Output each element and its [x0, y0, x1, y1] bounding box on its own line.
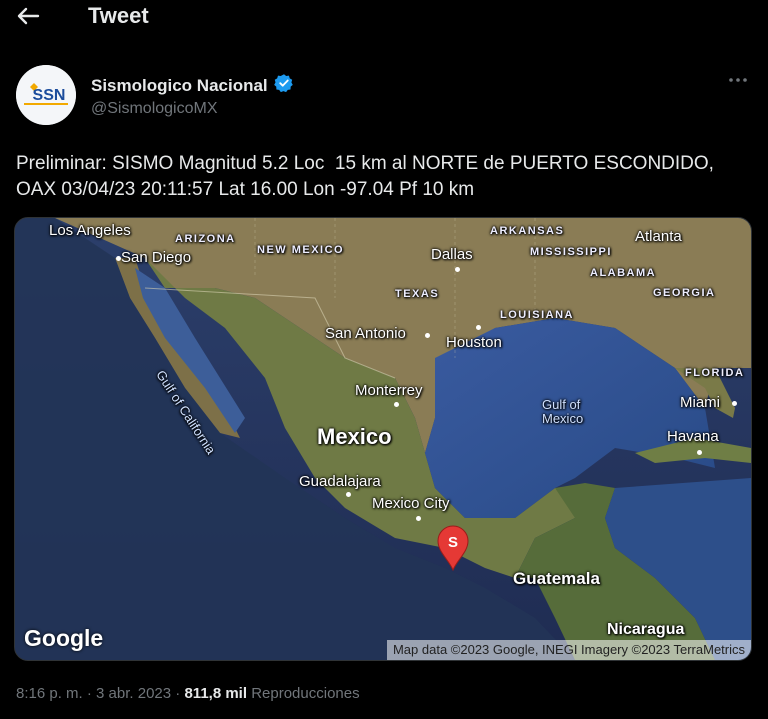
map-label-gulf-of-mexico-2: Mexico [542, 411, 584, 426]
map-label-new-mexico: NEW MEXICO [257, 244, 345, 256]
map-label-florida: FLORIDA [685, 367, 745, 379]
map-dot-houston [476, 325, 481, 330]
map-dot-guadalajara [346, 492, 351, 497]
svg-text:S: S [448, 534, 458, 551]
map-dot-miami [732, 401, 737, 406]
map-dot-havana [697, 450, 702, 455]
map-label-georgia: GEORGIA [653, 287, 716, 299]
map-label-mississippi: MISSISSIPPI [530, 246, 612, 258]
tweet-time[interactable]: 8:16 p. m. [16, 685, 83, 702]
map-label-san-antonio: San Antonio [325, 325, 406, 342]
header-bar: Tweet [0, 0, 768, 36]
tweet-date[interactable]: 3 abr. 2023 [96, 685, 171, 702]
map-dot-san-diego [116, 256, 121, 261]
map-label-los-angeles: Los Angeles [49, 222, 131, 239]
map-label-texas: TEXAS [395, 288, 440, 300]
ssn-logo-icon: SSN [16, 65, 76, 125]
author-name-text[interactable]: Sismologico Nacional [91, 76, 268, 96]
map-label-mexico-city: Mexico City [372, 495, 450, 512]
map-label-gulf-of-mexico-1: Gulf of [542, 397, 581, 412]
tweet-text: Preliminar: SISMO Magnitud 5.2 Loc 15 km… [16, 153, 720, 200]
avatar[interactable]: SSN [16, 65, 76, 125]
earthquake-marker-pin-icon[interactable]: S [435, 524, 471, 572]
map-label-mexico: Mexico [317, 424, 392, 449]
map-label-arizona: ARIZONA [175, 233, 236, 245]
views-count: 811,8 mil [184, 685, 248, 702]
map-dot-dallas [455, 267, 460, 272]
google-logo: Google [24, 625, 104, 651]
verified-badge-icon [273, 73, 294, 98]
map-label-dallas: Dallas [431, 246, 473, 263]
back-arrow-icon[interactable] [14, 4, 42, 28]
map-label-monterrey: Monterrey [355, 382, 423, 399]
svg-text:SSN: SSN [33, 87, 66, 104]
map-dot-san-antonio [425, 333, 430, 338]
map-label-arkansas: ARKANSAS [490, 225, 565, 237]
page-title: Tweet [88, 3, 149, 28]
map-label-atlanta: Atlanta [635, 228, 682, 245]
author-display-name[interactable]: Sismologico Nacional [91, 73, 294, 98]
meta-separator: · [86, 685, 92, 702]
map-label-nicaragua: Nicaragua [607, 621, 685, 638]
map-label-alabama: ALABAMA [590, 267, 657, 279]
map-label-guadalajara: Guadalajara [299, 473, 381, 490]
map-label-miami: Miami [680, 394, 720, 411]
more-options-icon[interactable] [726, 70, 750, 90]
author-handle[interactable]: @SismologicoMX [91, 100, 218, 118]
tweet-map-image[interactable]: Los Angeles ARIZONA NEW MEXICO San Diego… [14, 217, 752, 661]
views-label: Reproducciones [251, 685, 360, 702]
meta-separator: · [175, 685, 181, 702]
map-label-havana: Havana [667, 428, 719, 445]
map-label-guatemala: Guatemala [513, 569, 600, 588]
map-label-san-diego: San Diego [121, 249, 192, 266]
map-dot-monterrey [394, 402, 399, 407]
map-label-louisiana: LOUISIANA [500, 309, 574, 321]
tweet-metadata: 8:16 p. m. · 3 abr. 2023 · 811,8 mil Rep… [16, 685, 360, 702]
map-label-houston: Houston [446, 334, 502, 351]
map-dot-mexico-city [416, 516, 421, 521]
map-attribution: Map data ©2023 Google, INEGI Imagery ©20… [386, 640, 751, 660]
